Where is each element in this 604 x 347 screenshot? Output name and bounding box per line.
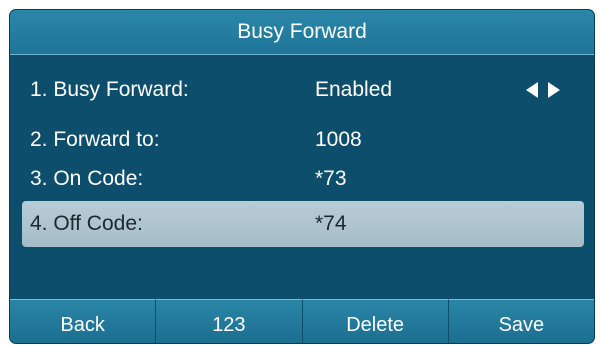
- phone-screen: Busy Forward 1. Busy Forward: Enabled 2.…: [10, 10, 594, 343]
- right-arrow-icon[interactable]: [548, 82, 560, 98]
- back-softkey[interactable]: Back: [10, 299, 157, 343]
- on-code-value[interactable]: *73: [315, 156, 347, 202]
- row-label: 3. On Code:: [30, 167, 144, 190]
- left-arrow-icon[interactable]: [526, 82, 538, 98]
- row-label: 1. Busy Forward:: [30, 78, 189, 101]
- busy-forward-option[interactable]: 1. Busy Forward: Enabled: [22, 67, 584, 113]
- off-code-field[interactable]: 4. Off Code: *74: [22, 201, 584, 247]
- delete-softkey[interactable]: Delete: [302, 299, 449, 343]
- option-switcher[interactable]: [526, 82, 570, 98]
- screen-title: Busy Forward: [10, 10, 594, 55]
- row-label: 4. Off Code:: [30, 212, 143, 235]
- busy-forward-value[interactable]: Enabled: [315, 67, 392, 113]
- softkey-bar: Back 123 Delete Save: [10, 299, 594, 343]
- input-mode-softkey[interactable]: 123: [156, 299, 303, 343]
- off-code-value[interactable]: *74: [315, 201, 347, 247]
- on-code-field[interactable]: 3. On Code: *73: [22, 156, 584, 202]
- save-softkey[interactable]: Save: [448, 299, 594, 343]
